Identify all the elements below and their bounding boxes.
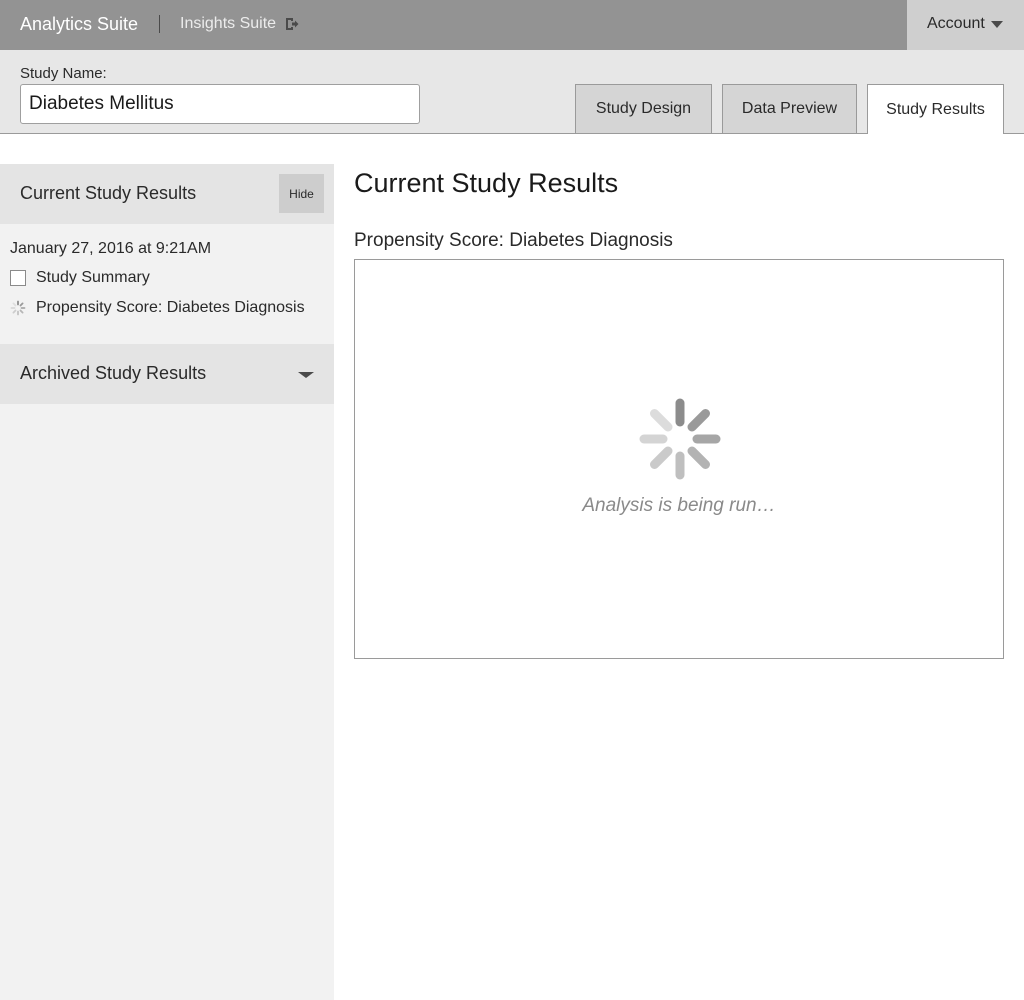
checkbox[interactable] xyxy=(10,270,26,286)
loading-spinner-icon xyxy=(639,398,721,480)
chevron-down-icon xyxy=(298,372,314,378)
tab-study-design[interactable]: Study Design xyxy=(575,84,712,133)
tab-data-preview[interactable]: Data Preview xyxy=(722,84,857,133)
result-panel: Analysis is being run… xyxy=(354,259,1004,659)
archived-results-title: Archived Study Results xyxy=(20,363,207,383)
exit-icon xyxy=(286,18,299,30)
sidebar-item-label: Propensity Score: Diabetes Diagnosis xyxy=(36,299,305,316)
study-header: Study Name: Study Design Data Preview St… xyxy=(0,50,1024,134)
study-name-label: Study Name: xyxy=(20,65,107,82)
loading-message: Analysis is being run… xyxy=(582,495,776,516)
chevron-down-icon xyxy=(991,21,1003,28)
account-label: Account xyxy=(927,15,985,32)
sidebar-item-label: Study Summary xyxy=(36,269,150,286)
sidebar-spacer xyxy=(0,134,334,164)
sidebar-item-study-summary[interactable]: Study Summary xyxy=(10,268,150,288)
sidebar-item-propensity-score[interactable]: Propensity Score: Diabetes Diagnosis xyxy=(10,298,305,318)
result-title: Propensity Score: Diabetes Diagnosis xyxy=(354,230,673,251)
run-timestamp: January 27, 2016 at 9:21AM xyxy=(10,240,212,257)
title-divider xyxy=(159,15,160,33)
account-menu[interactable]: Account xyxy=(907,0,1024,50)
current-results-title: Current Study Results xyxy=(20,183,197,203)
page-title: Current Study Results xyxy=(354,168,619,198)
archived-results-panel-header[interactable]: Archived Study Results xyxy=(0,344,334,404)
sidebar: Current Study Results Hide January 27, 2… xyxy=(0,134,334,1000)
top-bar: Analytics Suite Insights Suite Account xyxy=(0,0,1024,50)
tab-study-results[interactable]: Study Results xyxy=(867,84,1004,134)
insights-suite-link[interactable]: Insights Suite xyxy=(180,15,299,33)
study-name-input[interactable] xyxy=(20,84,420,124)
hide-button[interactable]: Hide xyxy=(279,174,324,213)
app-title: Analytics Suite xyxy=(20,14,139,34)
current-results-panel-header: Current Study Results Hide xyxy=(0,164,334,224)
loading-spinner-icon xyxy=(10,300,26,316)
insights-suite-label: Insights Suite xyxy=(180,15,277,32)
